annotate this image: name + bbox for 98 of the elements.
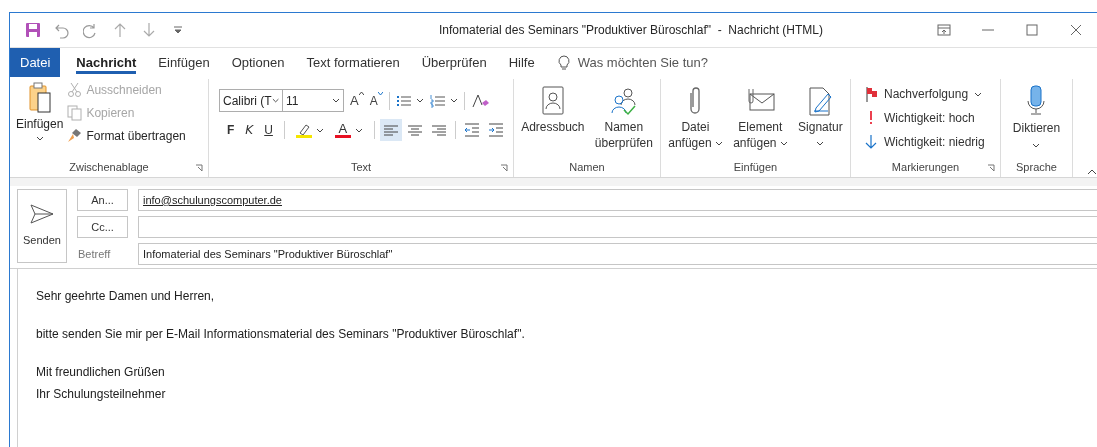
scissors-icon bbox=[67, 82, 83, 98]
highlight-button[interactable] bbox=[295, 122, 324, 138]
indent-icon bbox=[487, 122, 504, 138]
caret-icon bbox=[1032, 143, 1041, 148]
down-caret-icon bbox=[377, 91, 383, 96]
recipient-link[interactable]: info@schulungscomputer.de bbox=[143, 191, 282, 209]
dialog-launcher-icon bbox=[195, 164, 203, 172]
caret-icon bbox=[315, 127, 324, 133]
caret-icon bbox=[415, 98, 424, 103]
flag-icon bbox=[865, 86, 878, 102]
group-label: Einfügen bbox=[733, 159, 778, 175]
numbering-button[interactable] bbox=[429, 93, 458, 108]
increase-indent-button[interactable] bbox=[487, 122, 504, 138]
dialog-launcher-icon bbox=[987, 164, 995, 172]
ribbon-tab[interactable]: Überprüfen bbox=[410, 48, 498, 77]
font-name-field[interactable]: Calibri (T bbox=[219, 89, 283, 112]
cc-field[interactable] bbox=[138, 216, 1097, 238]
decrease-indent-button[interactable] bbox=[463, 122, 480, 138]
collapse-ribbon-button[interactable] bbox=[1087, 169, 1097, 175]
to-field[interactable]: info@schulungscomputer.de bbox=[138, 189, 1097, 211]
group-label: Zwischenablage bbox=[69, 159, 149, 175]
down-arrow-icon bbox=[141, 21, 157, 39]
up-caret-icon bbox=[1087, 169, 1097, 175]
underline-button[interactable]: U bbox=[264, 121, 273, 139]
paperclip-icon bbox=[688, 85, 703, 117]
ribbon-display-options-button[interactable] bbox=[935, 21, 953, 39]
clear-formatting-button[interactable] bbox=[470, 92, 489, 109]
microphone-icon bbox=[1025, 85, 1048, 117]
numbered-list-icon bbox=[429, 93, 446, 108]
send-icon bbox=[30, 203, 54, 224]
lightbulb-icon bbox=[557, 54, 570, 71]
ribbon-tab[interactable]: Nachricht bbox=[65, 48, 148, 77]
ribbon-tab[interactable]: Optionen bbox=[220, 48, 296, 77]
ribbon-tab[interactable]: Text formatieren bbox=[295, 48, 411, 77]
address-button[interactable]: Cc... bbox=[77, 216, 128, 238]
clipboard-icon bbox=[27, 81, 52, 115]
bullet-list-icon bbox=[395, 93, 412, 108]
group-label: Sprache bbox=[1016, 159, 1057, 175]
ribbon-tab[interactable]: Hilfe bbox=[497, 48, 546, 77]
maximize-icon bbox=[1025, 23, 1039, 37]
ribbon-button[interactable]: Wichtigkeit: hoch bbox=[865, 109, 986, 127]
highlighter-icon bbox=[295, 122, 312, 138]
ribbon-button[interactable]: Adressbuch bbox=[519, 85, 587, 135]
grow-font-button[interactable]: A bbox=[350, 90, 364, 111]
clear-formatting-icon bbox=[470, 92, 489, 109]
up-caret-icon bbox=[358, 90, 364, 95]
ribbon-button[interactable]: Signatur bbox=[796, 85, 845, 146]
ribbon-button[interactable]: Nachverfolgung bbox=[865, 85, 986, 103]
ribbon-tab[interactable]: Einfügen bbox=[147, 48, 221, 77]
body-text-line: Ihr Schulungsteilnehmer bbox=[36, 386, 167, 403]
file-tab[interactable]: Datei bbox=[10, 48, 61, 77]
ribbon-button[interactable]: Format übertragen bbox=[67, 127, 186, 145]
format-painter-icon bbox=[67, 128, 83, 144]
subject-label: Betreff bbox=[77, 246, 112, 262]
dialog-launcher-icon bbox=[500, 164, 508, 172]
tell-me-field[interactable]: Was möchten Sie tun? bbox=[577, 52, 708, 73]
maximize-button[interactable] bbox=[1023, 21, 1041, 39]
group-label: Markierungen bbox=[891, 159, 960, 175]
subject-field[interactable]: Infomaterial des Seminars "Produktiver Büroschlaf" bbox=[138, 243, 1097, 265]
caret-icon bbox=[449, 98, 458, 103]
font-size-field[interactable]: 11 bbox=[283, 89, 344, 112]
body-text-line: Sehr geehrte Damen und Herren, bbox=[36, 288, 216, 305]
ribbon-button[interactable]: Element anfügen bbox=[731, 85, 790, 151]
bold-button[interactable]: F bbox=[227, 121, 235, 139]
group-label: Namen bbox=[569, 159, 605, 175]
caret-icon bbox=[35, 136, 44, 141]
shrink-font-button[interactable]: A bbox=[369, 91, 383, 110]
font-color-button[interactable]: A bbox=[334, 122, 363, 138]
body-text-line: Mit freundlichen Grüßen bbox=[36, 364, 166, 381]
caret-icon bbox=[271, 98, 279, 103]
group-label: Text bbox=[350, 159, 372, 175]
up-arrow-icon bbox=[112, 21, 128, 39]
message-body-field[interactable]: Sehr geehrte Damen und Herren, bitte senden Sie mir per E-Mail Informationsmaterial des Seminars "Produktiver Büroschlaf". Mit freundlichen Grüßen Ihr Schulungsteilnehmer bbox=[17, 269, 1097, 447]
ribbon-button[interactable]: Datei anfügen bbox=[666, 85, 725, 151]
ribbon-button[interactable]: Namen überprüfen bbox=[592, 85, 655, 151]
window-title: Infomaterial des Seminars "Produktiver Büroschlaf" - Nachricht (HTML) bbox=[438, 22, 824, 39]
ribbon-button[interactable]: Wichtigkeit: niedrig bbox=[865, 133, 986, 151]
copy-icon bbox=[67, 105, 83, 121]
body-text-line: bitte senden Sie mir per E-Mail Informationsmaterial des Seminars "Produktiver Büroschlaf". bbox=[36, 326, 526, 343]
bullets-button[interactable] bbox=[395, 93, 424, 108]
italic-button[interactable]: K bbox=[245, 121, 254, 139]
align-left-button[interactable] bbox=[379, 119, 402, 141]
color-bar-icon bbox=[334, 134, 351, 138]
align-left-icon bbox=[382, 123, 399, 137]
paste-button[interactable]: Einfügen bbox=[16, 79, 68, 141]
down-arrow-icon bbox=[865, 134, 878, 150]
save-button[interactable] bbox=[24, 20, 42, 40]
caret-icon bbox=[354, 127, 363, 133]
align-right-icon bbox=[430, 123, 447, 137]
close-icon bbox=[1069, 23, 1083, 37]
caret-icon bbox=[332, 98, 340, 103]
save-icon bbox=[25, 21, 41, 39]
align-center-icon bbox=[406, 123, 423, 137]
send-button[interactable]: Senden bbox=[17, 189, 67, 263]
outdent-icon bbox=[463, 122, 480, 138]
dictate-button[interactable]: Diktieren bbox=[1012, 85, 1061, 159]
ribbon-display-icon bbox=[937, 23, 951, 37]
address-button[interactable]: An... bbox=[77, 189, 128, 211]
